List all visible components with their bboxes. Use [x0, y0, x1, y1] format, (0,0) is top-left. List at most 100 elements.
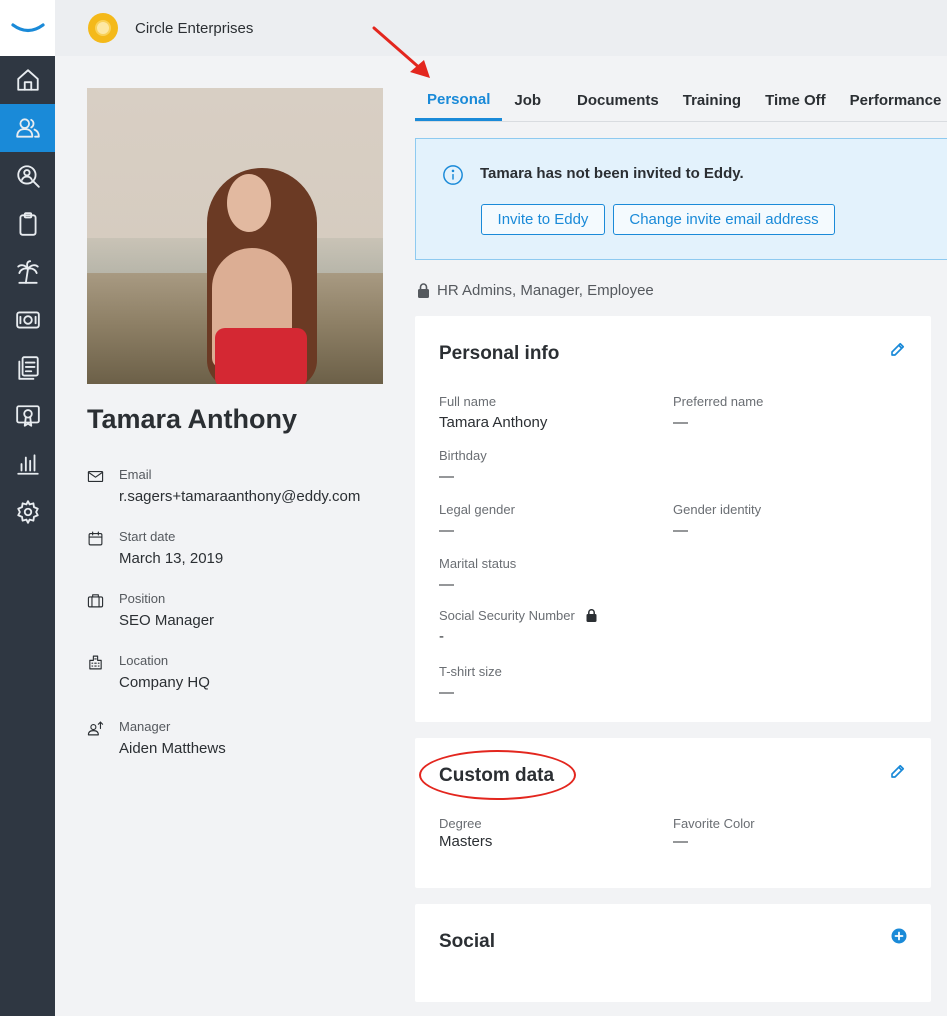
field-marital-status: Marital status —: [439, 556, 516, 593]
profile-name: Tamara Anthony: [87, 404, 298, 434]
degree-value: Masters: [439, 833, 493, 850]
position-value: SEO Manager: [119, 612, 215, 629]
tab-time-off[interactable]: Time Off: [753, 80, 838, 121]
edit-personal-info-button[interactable]: [889, 340, 907, 358]
manager-value[interactable]: Aiden Matthews: [119, 740, 226, 757]
bar-chart-icon: [16, 454, 39, 475]
nav-time-off[interactable]: [0, 248, 55, 296]
eddy-logo[interactable]: [0, 0, 55, 56]
access-text: HR Admins, Manager, Employee: [437, 282, 654, 299]
tab-training[interactable]: Training: [671, 80, 753, 121]
field-preferred-name: Preferred name —: [673, 394, 763, 431]
envelope-icon: [87, 470, 104, 483]
location-label: Location: [119, 653, 169, 668]
pencil-icon: [891, 764, 905, 778]
field-favorite-color: Favorite Color —: [673, 816, 755, 850]
personal-info-title: Personal info: [439, 343, 560, 364]
invite-message: Tamara has not been invited to Eddy.: [480, 165, 744, 182]
ssn-value: -: [439, 628, 444, 645]
manager-icon: [87, 721, 104, 736]
home-icon: [16, 69, 39, 91]
profile-position: Position SEO Manager: [87, 591, 214, 629]
email-value: r.sagers+tamaraanthony@eddy.com: [119, 488, 361, 505]
invite-banner: Tamara has not been invited to Eddy. Inv…: [415, 138, 947, 260]
palm-tree-icon: [16, 260, 39, 284]
briefcase-icon: [87, 594, 104, 608]
profile-email: Email r.sagers+tamaraanthony@eddy.com: [87, 467, 360, 505]
profile-manager: Manager Aiden Matthews: [87, 719, 226, 757]
edit-custom-data-button[interactable]: [889, 762, 907, 780]
invite-to-eddy-button[interactable]: Invite to Eddy: [481, 204, 605, 235]
add-social-button[interactable]: [891, 928, 907, 944]
full-name-value: Tamara Anthony: [439, 414, 548, 431]
start-date-label: Start date: [119, 529, 176, 544]
location-value: Company HQ: [119, 674, 210, 691]
tshirt-size-value: —: [439, 684, 454, 701]
full-name-label: Full name: [439, 394, 497, 409]
social-card: Social: [415, 904, 931, 1002]
nav-documents[interactable]: [0, 344, 55, 392]
field-tshirt-size: T-shirt size —: [439, 664, 502, 701]
birthday-value: —: [439, 468, 454, 485]
profile-tabs: Personal Job Documents Training Time Off…: [415, 80, 947, 122]
access-visibility: HR Admins, Manager, Employee: [417, 282, 654, 299]
nav-settings[interactable]: [0, 488, 55, 536]
company-logo[interactable]: [88, 13, 118, 43]
top-bar: Circle Enterprises: [55, 0, 947, 56]
email-label: Email: [119, 467, 152, 482]
annotation-arrow-icon: [372, 26, 430, 78]
tab-performance[interactable]: Performance: [838, 80, 947, 121]
marital-status-value: —: [439, 576, 454, 593]
start-date-value: March 13, 2019: [119, 550, 224, 567]
personal-info-card: Personal info Full name Tamara Anthony P…: [415, 316, 931, 722]
documents-icon: [17, 356, 39, 380]
favorite-color-label: Favorite Color: [673, 816, 755, 831]
annotation-circle: [419, 750, 576, 800]
search-person-icon: [16, 165, 40, 188]
position-label: Position: [119, 591, 166, 606]
gear-icon: [16, 500, 39, 524]
company-name[interactable]: Circle Enterprises: [135, 20, 253, 37]
preferred-name-label: Preferred name: [673, 394, 764, 409]
legal-gender-value: —: [439, 522, 454, 539]
tab-personal[interactable]: Personal: [415, 80, 503, 121]
nav-onboarding[interactable]: [0, 200, 55, 248]
ssn-label: Social Security Number: [439, 608, 597, 623]
field-ssn: Social Security Number -: [439, 608, 597, 645]
profile-photo: [87, 88, 383, 384]
nav-reports[interactable]: [0, 440, 55, 488]
legal-gender-label: Legal gender: [439, 502, 515, 517]
pencil-icon: [891, 342, 905, 356]
preferred-name-value: —: [673, 414, 688, 431]
nav-recruiting[interactable]: [0, 152, 55, 200]
social-title: Social: [439, 931, 495, 952]
tab-documents[interactable]: Documents: [565, 80, 671, 121]
building-icon: [89, 655, 102, 670]
manager-label: Manager: [119, 719, 171, 734]
plus-circle-icon: [891, 928, 907, 944]
ssn-label-text: Social Security Number: [439, 608, 575, 623]
tshirt-size-label: T-shirt size: [439, 664, 502, 679]
gender-identity-label: Gender identity: [673, 502, 762, 517]
profile-start-date: Start date March 13, 2019: [87, 529, 223, 567]
change-invite-email-button[interactable]: Change invite email address: [613, 204, 835, 235]
info-icon: [443, 165, 463, 185]
nav-training[interactable]: [0, 392, 55, 440]
field-degree: Degree Masters: [439, 816, 492, 850]
profile-location: Location Company HQ: [87, 653, 210, 691]
nav-people[interactable]: [0, 104, 55, 152]
field-birthday: Birthday —: [439, 448, 487, 485]
tab-job[interactable]: Job: [502, 80, 565, 121]
degree-label: Degree: [439, 816, 482, 831]
birthday-label: Birthday: [439, 448, 487, 463]
people-icon: [15, 118, 40, 138]
clipboard-icon: [18, 212, 37, 236]
field-full-name: Full name Tamara Anthony: [439, 394, 547, 431]
field-gender-identity: Gender identity —: [673, 502, 761, 539]
sidebar: [0, 0, 55, 1016]
lock-icon: [418, 283, 429, 298]
nav-home[interactable]: [0, 56, 55, 104]
marital-status-label: Marital status: [439, 556, 517, 571]
nav-payroll[interactable]: [0, 296, 55, 344]
money-icon: [15, 311, 40, 329]
